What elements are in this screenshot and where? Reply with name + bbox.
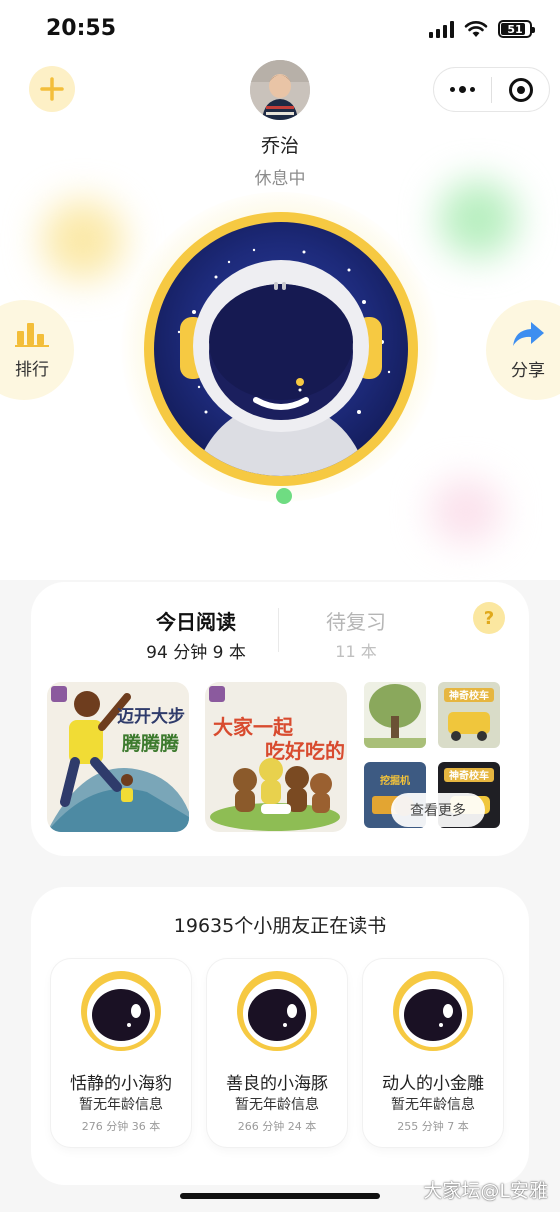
- friend-age: 暂无年龄信息: [391, 1097, 475, 1113]
- bar-chart-icon: [15, 322, 49, 347]
- child-name: 乔治: [260, 135, 299, 157]
- svg-text:大家一起: 大家一起: [213, 715, 294, 739]
- friends-title: 19635个小朋友正在读书: [173, 915, 387, 937]
- decor-pink-blob: [430, 478, 502, 544]
- watermark: 大家坛@L安雅: [423, 1180, 548, 1202]
- friend-name: 动人的小金雕: [382, 1074, 484, 1094]
- online-status-dot: [276, 488, 292, 504]
- plus-icon: [40, 77, 64, 101]
- small-book-title: 挖掘机: [380, 774, 410, 787]
- friend-stats: 255 分钟 7 本: [397, 1120, 469, 1133]
- astronaut-illustration: [154, 222, 408, 476]
- home-indicator[interactable]: [180, 1193, 380, 1199]
- decor-green-blob: [438, 180, 518, 258]
- friend-stats: 276 分钟 36 本: [81, 1120, 161, 1133]
- svg-text:腾腾腾: 腾腾腾: [121, 732, 180, 755]
- help-button[interactable]: ?: [473, 602, 505, 634]
- status-indicators: 51: [429, 20, 535, 38]
- close-program-button[interactable]: [492, 68, 549, 111]
- tab-divider: [278, 608, 279, 652]
- child-avatar[interactable]: [250, 60, 310, 120]
- mini-program-capsule: [433, 67, 550, 112]
- friend-name: 善良的小海豚: [226, 1074, 328, 1094]
- book-cover[interactable]: 大家一起 吃好吃的: [205, 682, 347, 832]
- svg-text:吃好吃的: 吃好吃的: [265, 739, 345, 763]
- book-cover-illustration: 大家一起 吃好吃的: [205, 682, 347, 832]
- svg-text:迈开大步: 迈开大步: [117, 706, 185, 727]
- friend-age: 暂无年龄信息: [235, 1097, 319, 1113]
- rank-label: 排行: [15, 359, 49, 380]
- friend-stats: 266 分钟 24 本: [237, 1120, 317, 1133]
- friends-reading-card: 19635个小朋友正在读书 恬静的小海豹 暂无年龄信息 276 分钟 36 本 …: [31, 887, 529, 1185]
- book-cover[interactable]: 迈开大步 腾腾腾: [47, 682, 189, 832]
- reading-card: 今日阅读 94 分钟 9 本 待复习 11 本 ? 迈开大步 腾腾腾 大家一起 …: [31, 582, 529, 856]
- add-button[interactable]: [29, 66, 75, 112]
- battery-level: 51: [507, 22, 523, 36]
- share-label: 分享: [511, 360, 545, 381]
- cellular-signal-icon: [429, 20, 454, 38]
- friend-card[interactable]: 善良的小海豚 暂无年龄信息 266 分钟 24 本: [207, 959, 347, 1147]
- friend-name: 恬静的小海豹: [70, 1074, 172, 1094]
- target-icon: [508, 77, 533, 102]
- wifi-icon: [464, 21, 488, 37]
- view-more-button[interactable]: 查看更多: [391, 793, 485, 827]
- astronaut-face-icon: [393, 971, 473, 1051]
- today-reading-stats: 94 分钟 9 本: [146, 643, 246, 663]
- pending-review-stats: 11 本: [335, 642, 377, 661]
- book-cover-small[interactable]: 神奇校车: [438, 682, 500, 748]
- battery-icon: 51: [498, 20, 535, 38]
- astronaut-face-icon: [237, 971, 317, 1051]
- friend-card[interactable]: 恬静的小海豹 暂无年龄信息 276 分钟 36 本: [51, 959, 191, 1147]
- small-book-title: 神奇校车: [449, 689, 489, 702]
- astronaut-avatar[interactable]: [144, 212, 418, 486]
- book-cover-illustration: [364, 682, 426, 748]
- more-button[interactable]: [434, 68, 491, 111]
- small-book-title: 神奇校车: [449, 769, 489, 782]
- more-dots-icon: [450, 86, 475, 93]
- tab-today-reading[interactable]: 今日阅读: [131, 606, 261, 635]
- astronaut-face-icon: [81, 971, 161, 1051]
- friend-card[interactable]: 动人的小金雕 暂无年龄信息 255 分钟 7 本: [363, 959, 503, 1147]
- friend-age: 暂无年龄信息: [79, 1097, 163, 1113]
- tab-pending-review[interactable]: 待复习: [306, 606, 406, 635]
- book-cover-illustration: 迈开大步 腾腾腾: [47, 682, 189, 832]
- book-cover-illustration: 神奇校车: [438, 682, 500, 748]
- status-time: 20:55: [46, 16, 117, 41]
- decor-yellow-blob: [42, 200, 124, 280]
- avatar-photo: [250, 60, 310, 120]
- share-arrow-icon: [513, 321, 544, 346]
- book-cover-small[interactable]: [364, 682, 426, 748]
